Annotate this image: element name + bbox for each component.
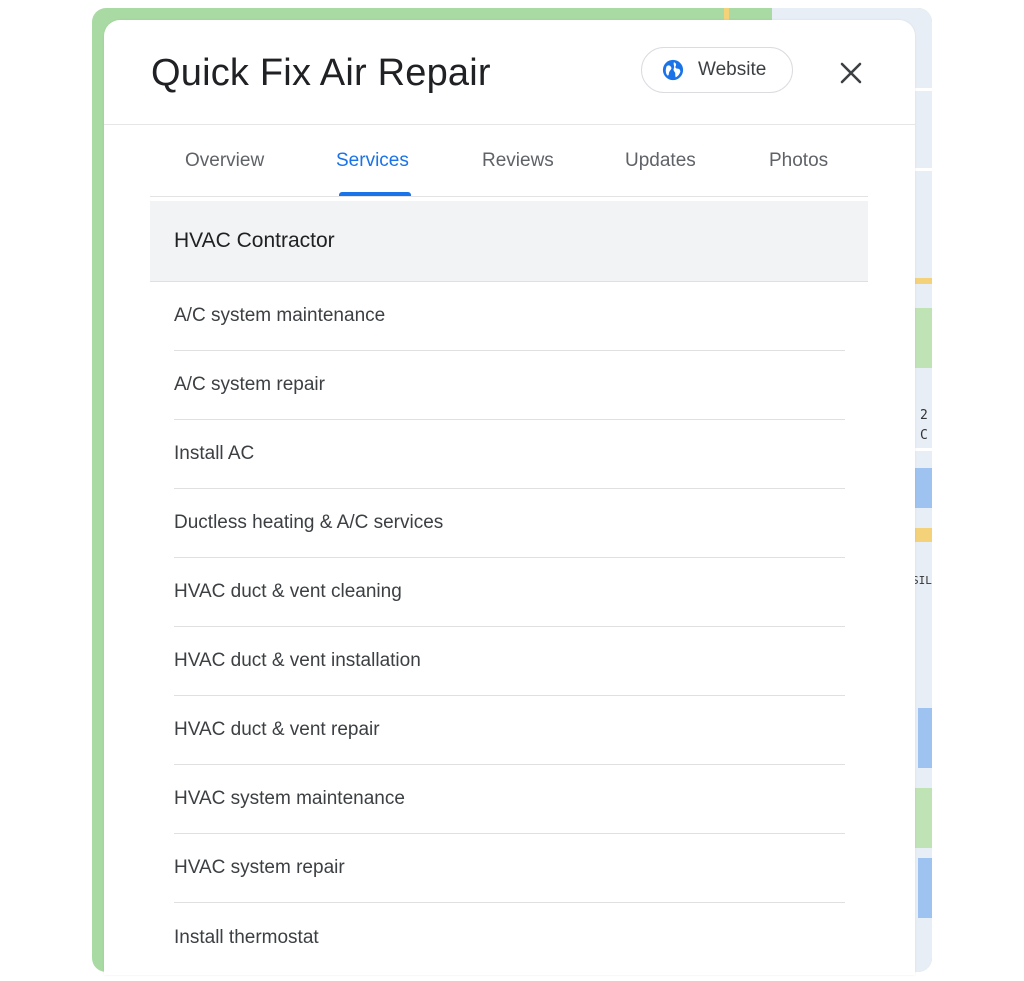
tab-photos[interactable]: Photos <box>769 150 828 172</box>
service-item: A/C system maintenance <box>174 282 845 351</box>
map-street <box>912 168 932 171</box>
map-water <box>912 468 932 508</box>
services-list: A/C system maintenance A/C system repair… <box>174 282 845 972</box>
service-item: Ductless heating & A/C services <box>174 489 845 558</box>
globe-icon <box>662 59 684 81</box>
service-item: HVAC duct & vent cleaning <box>174 558 845 627</box>
tab-updates[interactable]: Updates <box>625 150 696 172</box>
tab-bar: Overview Services Reviews Updates Photos <box>150 126 868 197</box>
active-tab-indicator <box>339 192 411 196</box>
tab-overview[interactable]: Overview <box>185 150 264 172</box>
map-label: C <box>920 428 928 443</box>
close-button[interactable] <box>834 56 868 90</box>
map-water <box>918 708 932 768</box>
service-item: HVAC system maintenance <box>174 765 845 834</box>
website-button-label: Website <box>698 59 767 80</box>
service-item: HVAC duct & vent installation <box>174 627 845 696</box>
map-water <box>918 858 932 918</box>
service-item: HVAC duct & vent repair <box>174 696 845 765</box>
panel-header: Quick Fix Air Repair Website <box>104 20 915 125</box>
map-street <box>912 448 932 451</box>
close-icon <box>840 62 862 84</box>
business-panel: Quick Fix Air Repair Website Overview Se… <box>104 20 915 975</box>
tab-services[interactable]: Services <box>336 150 409 172</box>
map-street <box>912 88 932 91</box>
tab-reviews[interactable]: Reviews <box>482 150 554 172</box>
service-item: HVAC system repair <box>174 834 845 903</box>
service-item: Install AC <box>174 420 845 489</box>
service-item: Install thermostat <box>174 926 319 948</box>
service-category-label: HVAC Contractor <box>174 229 335 252</box>
website-button[interactable]: Website <box>641 47 793 93</box>
service-category-header: HVAC Contractor <box>150 201 868 282</box>
map-label: 2 <box>920 408 928 423</box>
business-title: Quick Fix Air Repair <box>151 52 491 94</box>
service-item: A/C system repair <box>174 351 845 420</box>
